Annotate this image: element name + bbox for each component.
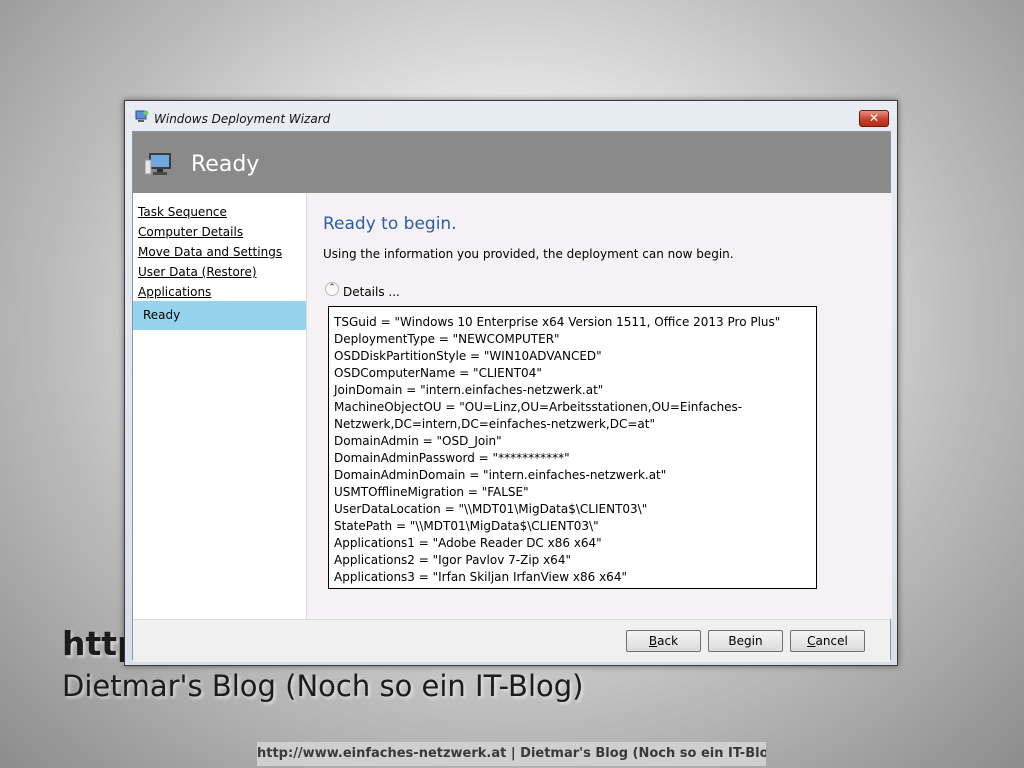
detail-line: DomainAdminPassword = "***********" <box>334 451 570 465</box>
cancel-label-rest: ancel <box>815 634 848 648</box>
sidebar-item-task-sequence[interactable]: Task Sequence <box>138 205 227 219</box>
sidebar-item-ready[interactable]: Ready <box>133 301 306 330</box>
detail-line: Applications1 = "Adobe Reader DC x86 x64… <box>334 536 602 550</box>
begin-label: Begin <box>728 634 763 648</box>
cancel-button[interactable]: Cancel <box>790 630 865 652</box>
back-mnemonic: B <box>648 634 658 648</box>
wizard-header: Ready <box>133 132 890 193</box>
detail-line: USMTOfflineMigration = "FALSE" <box>334 485 529 499</box>
detail-line: DomainAdminDomain = "intern.einfaches-ne… <box>334 468 667 482</box>
detail-line: Netzwerk,DC=intern,DC=einfaches-netzwerk… <box>334 417 655 431</box>
footer-banner: http://www.einfaches-netzwerk.at | Dietm… <box>257 742 766 766</box>
detail-line: Applications2 = "Igor Pavlov 7-Zip x64" <box>334 553 571 567</box>
detail-line: TSGuid = "Windows 10 Enterprise x64 Vers… <box>334 315 781 329</box>
button-bar: Back Begin Cancel <box>133 619 890 662</box>
sidebar-item-user-data-restore[interactable]: User Data (Restore) <box>138 265 257 279</box>
back-button[interactable]: Back <box>626 630 701 652</box>
sidebar-item-computer-details[interactable]: Computer Details <box>138 225 243 239</box>
page-title: Ready <box>191 152 260 177</box>
wizard-app-icon <box>135 110 149 122</box>
title-bar[interactable]: Windows Deployment Wizard ✕ <box>125 101 897 131</box>
wizard-client-area: Ready Task Sequence Computer Details Mov… <box>132 131 892 662</box>
close-button[interactable]: ✕ <box>859 110 889 127</box>
window-title: Windows Deployment Wizard <box>154 112 331 126</box>
detail-line: MachineObjectOU = "OU=Linz,OU=Arbeitssta… <box>334 400 743 414</box>
detail-line: Applications3 = "Irfan Skiljan IrfanView… <box>334 570 627 584</box>
detail-line: OSDDiskPartitionStyle = "WIN10ADVANCED" <box>334 349 602 363</box>
detail-line: DeploymentType = "NEWCOMPUTER" <box>334 332 560 346</box>
detail-line: DomainAdmin = "OSD_Join" <box>334 434 502 448</box>
details-box[interactable]: TSGuid = "Windows 10 Enterprise x64 Vers… <box>328 306 817 589</box>
collapse-details-icon[interactable]: ⌃ <box>325 282 339 296</box>
cancel-mnemonic: C <box>807 634 816 648</box>
details-label[interactable]: Details ... <box>343 285 400 299</box>
detail-line: UserDataLocation = "\\MDT01\MigData$\CLI… <box>334 502 648 516</box>
begin-button[interactable]: Begin <box>708 630 783 652</box>
detail-line: OSDComputerName = "CLIENT04" <box>334 366 542 380</box>
close-icon: ✕ <box>868 111 880 125</box>
sidebar-item-ready-label: Ready <box>143 308 181 322</box>
deployment-wizard-window: Windows Deployment Wizard ✕ Ready Task S… <box>124 100 898 666</box>
main-description: Using the information you provided, the … <box>323 247 734 261</box>
sidebar-item-move-data[interactable]: Move Data and Settings <box>138 245 282 259</box>
main-heading: Ready to begin. <box>323 214 457 234</box>
wizard-sidebar: Task Sequence Computer Details Move Data… <box>133 193 307 619</box>
sidebar-item-applications[interactable]: Applications <box>138 285 211 299</box>
wizard-main-panel: Ready to begin. Using the information yo… <box>307 193 892 619</box>
detail-line: JoinDomain = "intern.einfaches-netzwerk.… <box>334 383 604 397</box>
back-label-rest: ack <box>657 634 679 648</box>
computer-icon <box>145 153 171 175</box>
detail-line: StatePath = "\\MDT01\MigData$\CLIENT03\" <box>334 519 599 533</box>
slide-blog-title: Dietmar's Blog (Noch so ein IT-Blog) <box>62 669 584 703</box>
